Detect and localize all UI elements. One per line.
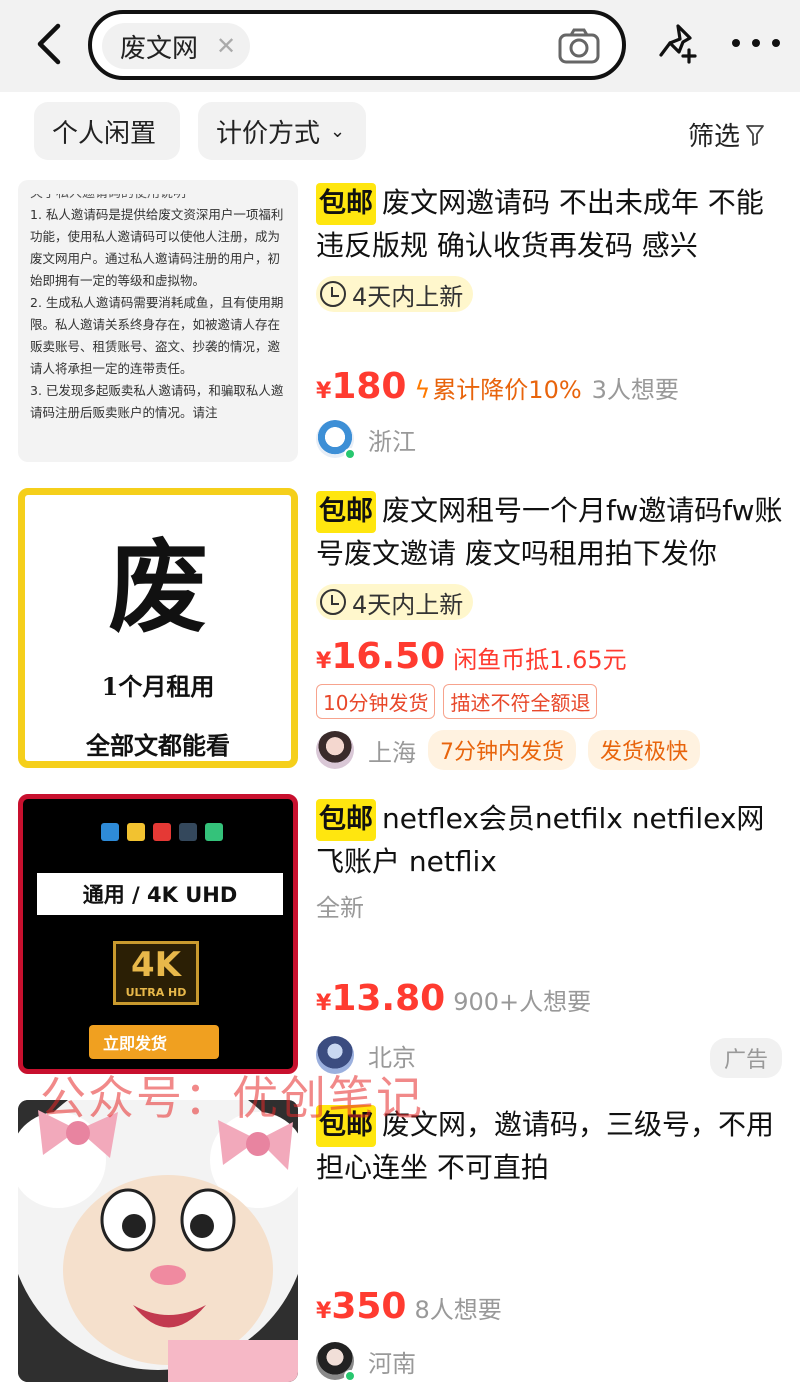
camera-icon[interactable] (558, 28, 600, 64)
seller-location: 浙江 (368, 427, 416, 456)
avatar[interactable] (316, 420, 356, 460)
new-tag: 4天内上新 (316, 584, 474, 620)
avatar[interactable] (316, 1342, 356, 1382)
seller-row[interactable]: 上海 7分钟内发货 发货极快 (316, 730, 701, 770)
thumb-text-2: 2. 生成私人邀请码需要消耗咸鱼，且有使用期限。私人邀请关系终身存在，如被邀请人… (30, 295, 284, 376)
chevron-down-icon: ⌄ (330, 120, 346, 142)
pricing-method-label: 计价方式 (216, 118, 321, 149)
item-price: 13.80 (331, 978, 446, 1019)
search-query-text: 废文网 (120, 33, 199, 64)
seller-location: 上海 (368, 738, 416, 767)
top-bar: 废文网 ✕ (0, 0, 800, 92)
thumb-text-3: 3. 已发现多起贩卖私人邀请码，和骗取私人邀请码注册后贩卖账户的情况。请注 (30, 383, 284, 420)
free-shipping-badge: 包邮 (316, 183, 376, 225)
item-price: 350 (331, 1286, 407, 1327)
new-tag-label: 4天内上新 (352, 282, 464, 311)
pricing-method-button[interactable]: 计价方式 ⌄ (198, 102, 366, 160)
search-box[interactable]: 废文网 ✕ (88, 10, 626, 80)
item-title[interactable]: 包邮 netflex会员netfilx netfilex网飞账户 netflix (316, 798, 786, 882)
personal-idle-button[interactable]: 个人闲置 (34, 102, 180, 160)
item-title[interactable]: 包邮 废文网邀请码 不出未成年 不能违反版规 确认收货再发码 感兴 (316, 182, 786, 266)
service-tags: 10分钟发货 描述不符全额退 (316, 684, 598, 719)
thumb-big-char: 废 (108, 528, 208, 646)
price-drop-text: 累计降价10% (432, 376, 582, 404)
item-thumbnail[interactable]: 废 1个月租用 全部文都能看 (18, 488, 298, 768)
filter-bar: 个人闲置 计价方式 ⌄ 筛选 (0, 92, 800, 174)
item-condition: 全新 (316, 894, 364, 922)
more-icon[interactable] (732, 28, 780, 58)
new-tag-label: 4天内上新 (352, 590, 464, 619)
seller-location: 河南 (368, 1349, 416, 1378)
currency-symbol: ¥ (316, 649, 332, 674)
seller-tag: 发货极快 (588, 730, 701, 770)
free-shipping-badge: 包邮 (316, 799, 376, 841)
price-line: ¥ 180 ϟ 累计降价10% 3人想要 (316, 366, 679, 407)
item-card[interactable]: 废 1个月租用 全部文都能看 包邮 废文网租号一个月fw邀请码fw账号废文邀请 废… (0, 486, 800, 776)
price-line: ¥ 16.50 闲鱼币抵1.65元 (316, 636, 627, 677)
free-shipping-badge: 包邮 (316, 491, 376, 533)
clock-icon (320, 281, 346, 307)
new-tag: 4天内上新 (316, 276, 474, 312)
pin-add-icon[interactable] (656, 22, 700, 66)
filter-label: 筛选 (687, 122, 740, 152)
clear-query-icon[interactable]: ✕ (216, 32, 236, 60)
item-thumbnail[interactable] (18, 1100, 298, 1382)
thumb-send-button: 立即发货 (89, 1025, 219, 1059)
clock-icon (320, 589, 346, 615)
currency-symbol: ¥ (316, 1299, 332, 1324)
item-card[interactable]: 通用 / 4K UHD 4K ULTRA HD 立即发货 包邮 netflex会员n… (0, 794, 800, 1084)
item-title[interactable]: 包邮 废文网租号一个月fw邀请码fw账号废文邀请 废文吗租用拍下发你 (316, 490, 786, 574)
seller-tag: 7分钟内发货 (428, 730, 576, 770)
item-title-text: netflex会员netfilx netfilex网飞账户 netflix (316, 802, 765, 878)
online-dot (344, 448, 356, 460)
thumb-line-1: 1个月租用 (101, 672, 215, 701)
price-line: ¥ 13.80 900+人想要 (316, 978, 591, 1019)
search-query-chip[interactable]: 废文网 ✕ (102, 23, 251, 69)
thumb-bar-text: 通用 / 4K UHD (37, 873, 283, 915)
seller-row[interactable]: 河南 (316, 1342, 416, 1382)
currency-symbol: ¥ (316, 991, 332, 1016)
item-price: 180 (331, 366, 407, 407)
4k-text: 4K (130, 945, 181, 985)
avatar[interactable] (316, 731, 354, 769)
thumb-line-2: 全部文都能看 (86, 731, 230, 760)
service-tag: 描述不符全额退 (443, 684, 598, 719)
want-count: 8人想要 (414, 1296, 502, 1324)
watermark: 公众号：优创笔记 (40, 1071, 424, 1125)
item-title-text: 废文网邀请码 不出未成年 不能违反版规 确认收货再发码 感兴 (316, 186, 764, 262)
ultra-hd-text: ULTRA HD (125, 986, 187, 999)
back-arrow-icon[interactable] (28, 18, 72, 70)
price-line: ¥ 350 8人想要 (316, 1286, 502, 1327)
item-title-text: 废文网租号一个月fw邀请码fw账号废文邀请 废文吗租用拍下发你 (316, 494, 783, 570)
coin-deduction-text: 闲鱼币抵1.65元 (453, 646, 627, 674)
want-count: 3人想要 (591, 376, 679, 404)
funnel-icon (746, 124, 764, 146)
seller-row[interactable]: 浙江 (316, 420, 416, 460)
item-thumbnail[interactable]: 通用 / 4K UHD 4K ULTRA HD 立即发货 (18, 794, 298, 1074)
thumb-text-1: 1. 私人邀请码是提供给废文资深用户一项福利功能，使用私人邀请码可以使他人注册，… (30, 207, 284, 288)
4k-logo: 4K ULTRA HD (113, 941, 199, 1005)
service-tag: 10分钟发货 (316, 684, 436, 719)
item-card[interactable]: 包邮 废文网，邀请码，三级号，不用担心连坐 不可直拍 ¥ 350 8人想要 河南 (0, 1100, 800, 1390)
want-count: 900+人想要 (453, 988, 592, 1016)
ad-badge: 广告 (709, 1038, 782, 1078)
currency-symbol: ¥ (316, 379, 332, 404)
item-card[interactable]: 关于私人邀请码的使用说明 1. 私人邀请码是提供给废文资深用户一项福利功能，使用… (0, 180, 800, 470)
filter-button[interactable]: 筛选 (688, 116, 764, 153)
online-dot (344, 1370, 356, 1382)
item-price: 16.50 (331, 636, 446, 677)
item-thumbnail[interactable]: 关于私人邀请码的使用说明 1. 私人邀请码是提供给废文资深用户一项福利功能，使用… (18, 180, 298, 462)
lightning-icon: ϟ (414, 376, 431, 404)
cartoon-sheep-image (18, 1100, 298, 1382)
